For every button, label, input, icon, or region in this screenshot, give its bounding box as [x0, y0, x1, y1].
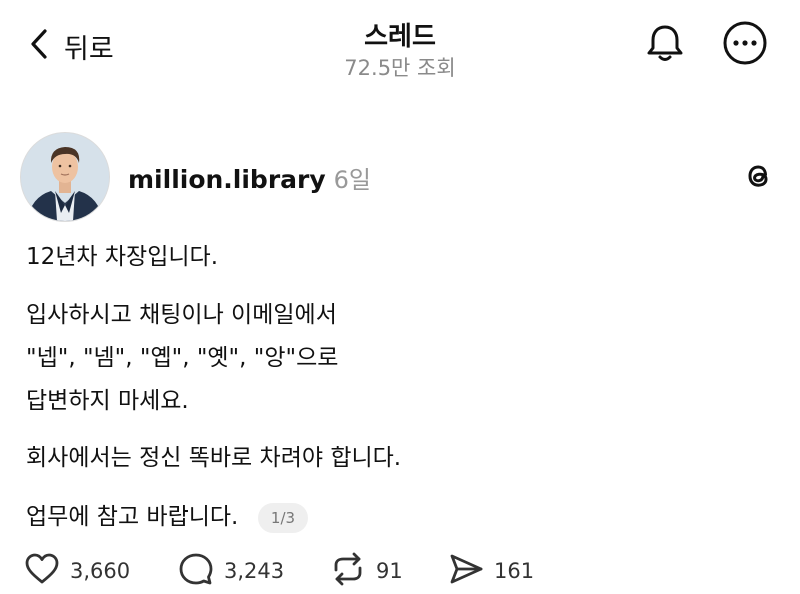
post-age: 6일: [333, 166, 372, 194]
reply-count: 3,243: [224, 559, 285, 583]
like-button[interactable]: 3,660: [24, 552, 130, 590]
post-text-line: 답변하지 마세요.: [26, 388, 189, 414]
username-link[interactable]: million.library: [128, 165, 326, 194]
notification-button[interactable]: [640, 20, 690, 70]
bell-icon: [642, 20, 688, 70]
reply-button[interactable]: 3,243: [178, 552, 284, 590]
avatar[interactable]: [20, 132, 110, 222]
threads-logo-icon[interactable]: [740, 158, 776, 194]
post-text-line: "넵", "넴", "옙", "옛", "앙"으로: [26, 345, 339, 371]
post-text-line: 12년차 차장입니다.: [26, 244, 219, 270]
post-text-line: 입사하시고 채팅이나 이메일에서: [26, 302, 337, 328]
post-text-line: 회사에서는 정신 똑바로 차려야 합니다.: [26, 445, 402, 471]
avatar-image: [21, 133, 109, 221]
more-options-button[interactable]: [720, 20, 770, 70]
repost-button[interactable]: 91: [330, 552, 403, 590]
author-line: million.library 6일: [128, 160, 372, 194]
heart-icon: [24, 552, 60, 590]
send-icon: [448, 552, 484, 590]
share-count: 161: [494, 559, 535, 583]
comment-icon: [178, 552, 214, 590]
like-count: 3,660: [70, 559, 131, 583]
more-icon: [722, 20, 768, 70]
repost-count: 91: [376, 559, 403, 583]
share-button[interactable]: 161: [448, 552, 534, 590]
post-text-line: 업무에 참고 바랍니다.: [26, 504, 239, 530]
repost-icon: [330, 552, 366, 590]
page-indicator-badge: 1/3: [258, 503, 308, 533]
